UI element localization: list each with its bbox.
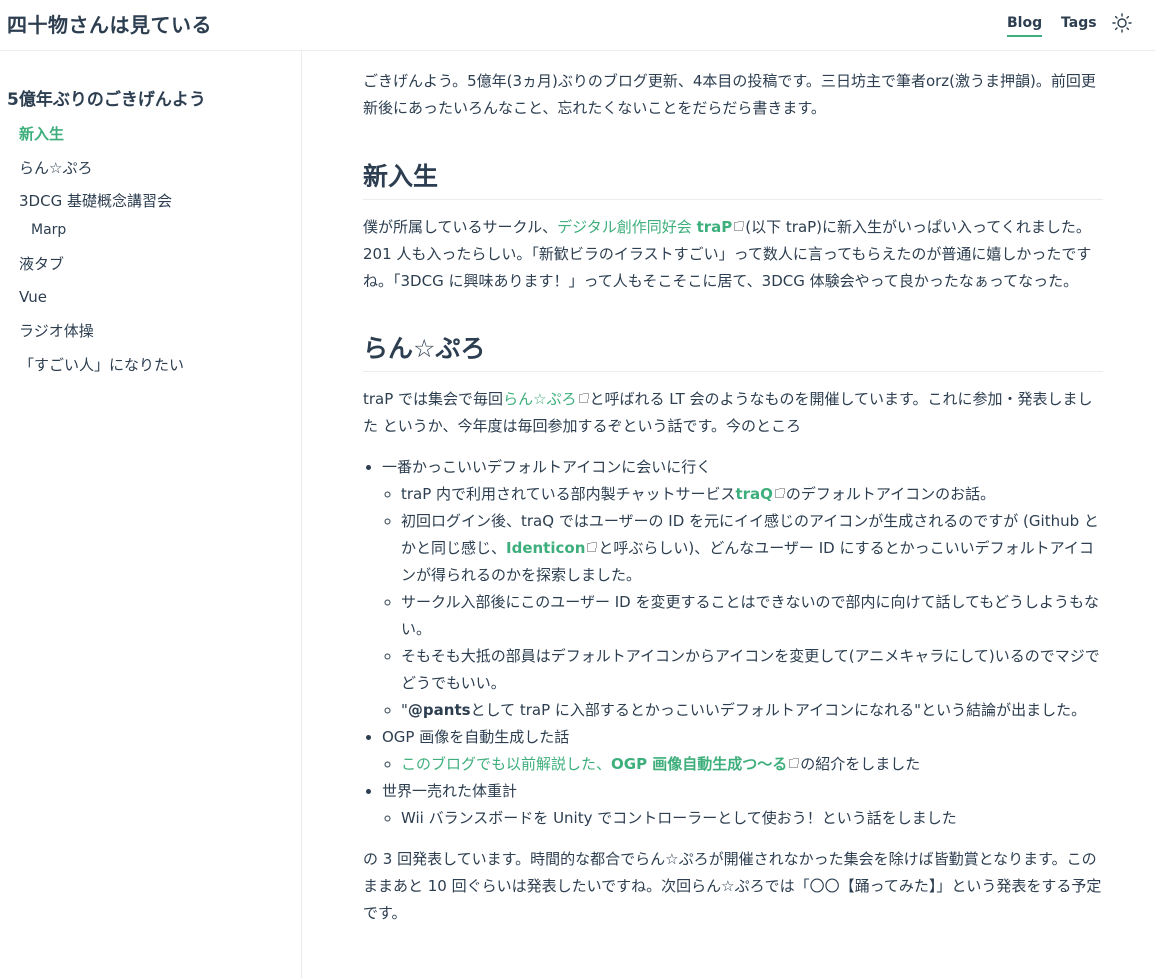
- link-ogp-tool[interactable]: このブログでも以前解説した、OGP 画像自動生成つ〜る: [401, 755, 787, 773]
- sidebar-item-vue[interactable]: Vue: [19, 288, 47, 306]
- list-item: traP 内で利用されている部内製チャットサービスtraQのデフォルトアイコンの…: [401, 481, 1103, 508]
- text: 僕が所属しているサークル、: [363, 218, 558, 236]
- external-link-icon: [587, 542, 598, 552]
- heading-ranpuro: らん☆ぷろ: [363, 331, 1103, 372]
- sidebar-item-ranpuro[interactable]: らん☆ぷろ: [19, 157, 92, 178]
- heading-shinnyusei: 新入生: [363, 159, 1103, 200]
- list-item: 世界一売れた体重計 Wii バランスボードを Unity でコントローラーとして…: [382, 778, 1103, 832]
- sidebar: 5億年ぶりのごきげんよう 新入生 らん☆ぷろ 3DCG 基礎概念講習会 Marp…: [0, 51, 302, 978]
- list-item: そもそも大抵の部員はデフォルトアイコンからアイコンを変更して(アニメキャラにして…: [401, 643, 1103, 697]
- link-traq[interactable]: traQ: [735, 485, 772, 503]
- closing-paragraph: の 3 回発表しています。時間的な都合でらん☆ぷろが開催されなかった集会を除けば…: [363, 850, 1102, 922]
- ranpuro-list: 一番かっこいいデフォルトアイコンに会いに行く traP 内で利用されている部内製…: [363, 454, 1103, 832]
- list-item: Wii バランスボードを Unity でコントローラーとして使おう！という話をし…: [401, 805, 1103, 832]
- paragraph-ranpuro: traP では集会で毎回らん☆ぷろ と呼ばれる LT 会のようなものを開催していま…: [363, 390, 1093, 435]
- link-identicon[interactable]: Identicon: [506, 539, 585, 557]
- sidebar-item-marp[interactable]: Marp: [31, 222, 66, 238]
- list-item: 一番かっこいいデフォルトアイコンに会いに行く traP 内で利用されている部内製…: [382, 454, 1103, 724]
- article-content: ごきげんよう。5億年(3ヵ月)ぶりのブログ更新、4本目の投稿です。三日坊主で筆者…: [363, 51, 1103, 978]
- site-title[interactable]: 四十物さんは見ている: [7, 9, 212, 38]
- paragraph-shinnyusei: 僕が所属しているサークル、デジタル創作同好会 traP (以下 traP)に新入生…: [363, 214, 1103, 295]
- list-item: サークル入部後にこのユーザー ID を変更することはできないので部内に向けて話し…: [401, 589, 1103, 643]
- external-link-icon: [578, 393, 589, 403]
- sidebar-item-shinnyusei[interactable]: 新入生: [19, 123, 64, 144]
- link-digital-sosaku[interactable]: デジタル創作同好会 traP: [557, 218, 732, 236]
- sidebar-item-sugoi-hito[interactable]: 「すごい人」になりたい: [19, 354, 184, 375]
- nav-link-blog[interactable]: Blog: [1007, 15, 1043, 37]
- external-link-icon: [789, 758, 800, 768]
- sun-icon[interactable]: [1111, 12, 1133, 34]
- sidebar-item-ekitabu[interactable]: 液タブ: [19, 253, 64, 274]
- sidebar-title[interactable]: 5億年ぶりのごきげんよう: [7, 85, 206, 110]
- external-link-icon: [774, 488, 785, 498]
- external-link-icon: [734, 221, 745, 231]
- sidebar-item-radio-taiso[interactable]: ラジオ体操: [19, 320, 94, 341]
- navbar: 四十物さんは見ている Blog Tags: [0, 0, 1155, 51]
- intro-paragraph: ごきげんよう。5億年(3ヵ月)ぶりのブログ更新、4本目の投稿です。三日坊主で筆者…: [363, 72, 1096, 117]
- sidebar-item-3dcg[interactable]: 3DCG 基礎概念講習会: [19, 190, 172, 211]
- link-ranpuro[interactable]: らん☆ぷろ: [503, 390, 576, 408]
- nav-link-tags[interactable]: Tags: [1061, 15, 1097, 35]
- list-item: "@pantsとして traP に入部するとかっこいいデフォルトアイコンになれる…: [401, 697, 1103, 724]
- list-item: このブログでも以前解説した、OGP 画像自動生成つ〜るの紹介をしました: [401, 751, 1103, 778]
- list-item: OGP 画像を自動生成した話 このブログでも以前解説した、OGP 画像自動生成つ…: [382, 724, 1103, 778]
- list-item: 初回ログイン後、traQ ではユーザーの ID を元にイイ感じのアイコンが生成さ…: [401, 508, 1103, 589]
